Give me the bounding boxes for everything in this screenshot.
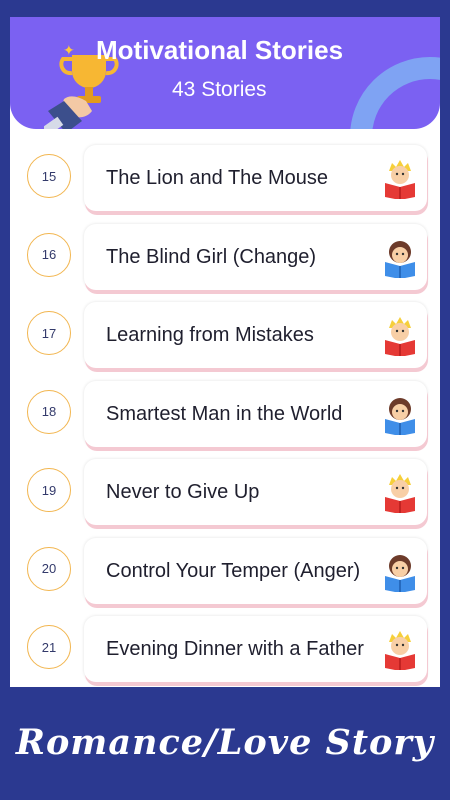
list-item[interactable]: 19 Never to Give Up (10, 459, 440, 538)
list-item[interactable]: 18 Smartest Man in the World (10, 380, 440, 460)
list-item[interactable]: 17 Learning from Mistakes (10, 302, 440, 381)
banner-text: Romance/Love Story (15, 722, 435, 763)
header-decoration (350, 57, 440, 129)
girl-reading-icon (383, 395, 417, 436)
list-item[interactable]: 15 The Lion and The Mouse (10, 145, 440, 224)
story-card[interactable]: Evening Dinner with a Father (84, 616, 427, 682)
story-card[interactable]: Smartest Man in the World (84, 380, 427, 447)
story-number-badge: 17 (27, 311, 71, 355)
story-title: Learning from Mistakes (106, 324, 314, 346)
story-card[interactable]: The Blind Girl (Change) (84, 223, 427, 290)
girl-reading-icon (383, 238, 417, 279)
story-list: 15 The Lion and The Mouse 16 The Blind Girl… (10, 145, 440, 687)
page-title: Motivational Stories (96, 35, 344, 65)
story-card[interactable]: Control Your Temper (Anger) (84, 537, 427, 604)
list-item[interactable]: 16 The Blind Girl (Change) (10, 223, 440, 303)
boy-reading-icon (383, 473, 417, 514)
story-title: The Blind Girl (Change) (106, 245, 317, 268)
story-title: The Lion and The Mouse (106, 167, 329, 189)
boy-reading-icon (383, 316, 417, 357)
story-title: Never to Give Up (106, 481, 260, 503)
story-card[interactable]: Never to Give Up (84, 459, 427, 525)
story-card[interactable]: Learning from Mistakes (84, 302, 427, 368)
list-item[interactable]: 20 Control Your Temper (Anger) (10, 537, 440, 617)
story-title: Control Your Temper (Anger) (106, 559, 361, 582)
boy-reading-icon (383, 630, 417, 671)
girl-reading-icon (383, 552, 417, 593)
story-number-badge: 20 (27, 546, 71, 591)
story-title: Evening Dinner with a Father (106, 638, 364, 660)
story-number-badge: 21 (27, 625, 71, 669)
list-item[interactable]: 21 Evening Dinner with a Father (10, 616, 440, 687)
story-card[interactable]: The Lion and The Mouse (84, 145, 427, 211)
boy-reading-icon (383, 159, 417, 200)
story-number-badge: 16 (27, 232, 71, 277)
header: ✦ Motivational Stories 43 Stories (10, 17, 440, 129)
app-screen: ✦ Motivational Stories 43 Stories 15 The … (10, 17, 440, 687)
story-title: Smartest Man in the World (106, 402, 343, 425)
story-number-badge: 18 (27, 389, 71, 434)
story-number-badge: 19 (27, 468, 71, 512)
story-count: 43 Stories (172, 78, 267, 101)
story-number-badge: 15 (27, 154, 71, 198)
